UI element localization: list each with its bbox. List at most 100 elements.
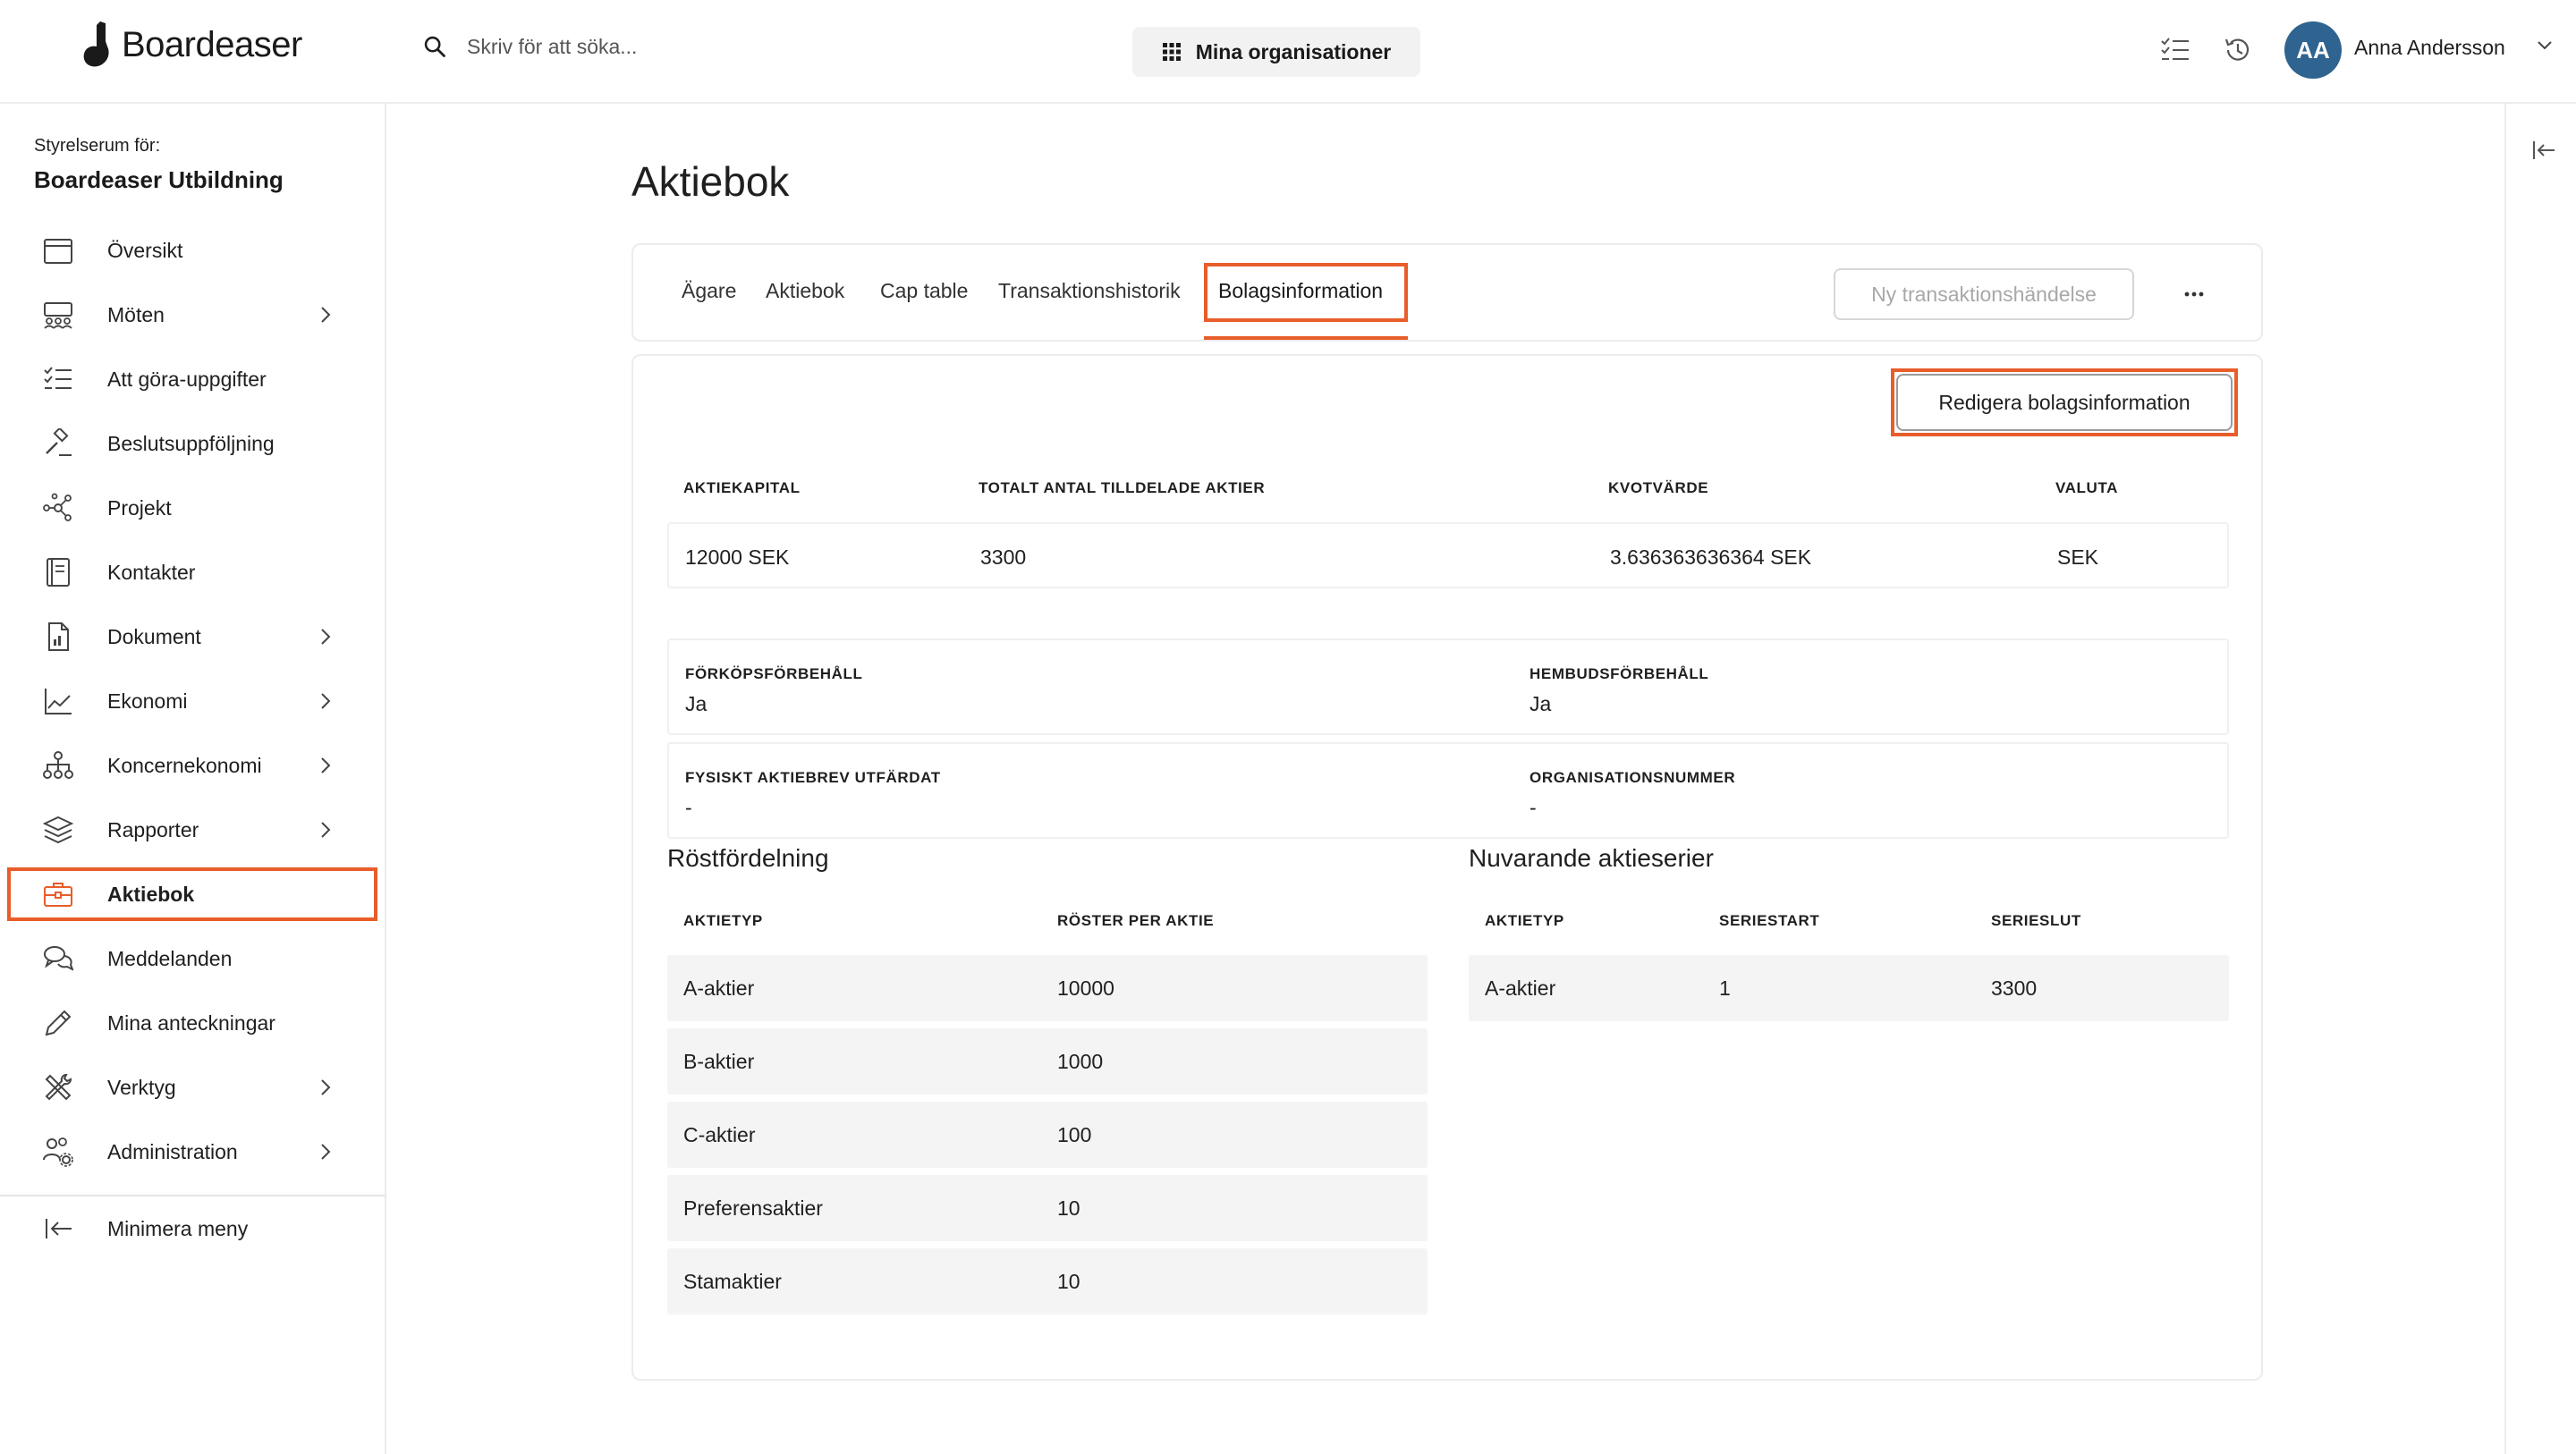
tab-transaktionshistorik[interactable]: Transaktionshistorik — [998, 279, 1181, 303]
series-start: 1 — [1719, 976, 1731, 1000]
quota-value: 3.636363636364 SEK — [1610, 545, 1812, 569]
column-header: AKTIETYP — [1485, 912, 1564, 929]
top-bar: Boardeaser Skriv för att söka... Mina or… — [0, 0, 2576, 104]
info-row: FÖRKÖPSFÖRBEHÅLL Ja HEMBUDSFÖRBEHÅLL Ja — [667, 638, 2229, 735]
org-chart-icon — [43, 751, 73, 779]
sidebar-item-kontakter[interactable]: Kontakter — [7, 545, 377, 599]
column-header: AKTIEKAPITAL — [683, 479, 801, 496]
tab-bolagsinformation[interactable]: Bolagsinformation — [1218, 279, 1383, 303]
room-label: Styrelserum för: — [34, 136, 161, 156]
sidebar-item-label: Beslutsuppföljning — [107, 431, 275, 455]
calendar-icon — [44, 239, 72, 264]
collapse-left-icon — [46, 1219, 72, 1238]
sidebar-item-moten[interactable]: Möten — [7, 288, 377, 342]
sidebar-item-mina-anteckningar[interactable]: Mina anteckningar — [7, 996, 377, 1050]
more-options-button[interactable] — [2172, 272, 2216, 317]
field-value: - — [685, 796, 692, 819]
sidebar-item-label: Aktiebok — [107, 882, 195, 906]
history-button[interactable] — [2220, 32, 2256, 68]
sidebar-item-label: Översikt — [107, 238, 183, 262]
sidebar-item-label: Möten — [107, 302, 165, 326]
sidebar-item-label: Meddelanden — [107, 946, 233, 970]
field-label: ORGANISATIONSNUMMER — [1530, 769, 1736, 786]
sidebar: Styrelserum för: Boardeaser Utbildning Ö… — [0, 104, 386, 1454]
votes-per-share: 10 — [1057, 1196, 1080, 1220]
my-organisations-button[interactable]: Mina organisationer — [1132, 27, 1420, 77]
share-type: B-aktier — [683, 1050, 755, 1073]
sidebar-item-label: Kontakter — [107, 560, 196, 584]
sidebar-item-verktyg[interactable]: Verktyg — [7, 1061, 377, 1114]
tab-cap-table[interactable]: Cap table — [880, 279, 968, 303]
address-book-icon — [47, 558, 70, 587]
checklist-icon — [44, 367, 72, 389]
table-row: Stamaktier 10 — [667, 1248, 1428, 1315]
line-chart-icon — [45, 689, 72, 714]
sidebar-item-label: Verktyg — [107, 1075, 176, 1099]
sidebar-item-att-gora[interactable]: Att göra-uppgifter — [7, 352, 377, 406]
sidebar-item-rapporter[interactable]: Rapporter — [7, 803, 377, 857]
column-header: RÖSTER PER AKTIE — [1057, 912, 1215, 929]
field-label: FÖRKÖPSFÖRBEHÅLL — [685, 665, 863, 682]
minimize-menu-button[interactable]: Minimera meny — [7, 1202, 377, 1255]
sidebar-item-label: Ekonomi — [107, 689, 188, 713]
my-organisations-label: Mina organisationer — [1195, 39, 1392, 63]
column-header: KVOTVÄRDE — [1608, 479, 1709, 496]
more-horizontal-icon — [2184, 292, 2204, 297]
chevron-right-icon — [321, 1144, 331, 1160]
tab-aktiebok[interactable]: Aktiebok — [766, 279, 844, 303]
total-shares-value: 3300 — [980, 545, 1027, 569]
sidebar-item-meddelanden[interactable]: Meddelanden — [7, 932, 377, 985]
new-transaction-button[interactable]: Ny transaktionshändelse — [1834, 268, 2134, 320]
logo[interactable]: Boardeaser — [80, 20, 302, 70]
briefcase-icon — [44, 883, 72, 907]
gavel-icon — [46, 428, 72, 456]
section-title: Nuvarande aktieserier — [1469, 844, 1714, 872]
votes-per-share: 1000 — [1057, 1050, 1104, 1073]
collapse-left-icon[interactable] — [2531, 138, 2556, 163]
sidebar-item-label: Mina anteckningar — [107, 1010, 275, 1035]
column-header: AKTIETYP — [683, 912, 763, 929]
field-value: Ja — [1530, 692, 1552, 715]
user-name[interactable]: Anna Andersson — [2354, 36, 2505, 60]
search-bar[interactable]: Skriv för att söka... — [422, 34, 637, 59]
sidebar-item-projekt[interactable]: Projekt — [7, 481, 377, 535]
table-row: A-aktier 10000 — [667, 955, 1428, 1021]
chat-icon — [44, 946, 73, 971]
chevron-right-icon — [321, 307, 331, 323]
sidebar-item-beslutsuppfoljning[interactable]: Beslutsuppföljning — [7, 417, 377, 470]
avatar[interactable]: AA — [2284, 21, 2342, 79]
search-input[interactable]: Skriv för att söka... — [467, 35, 637, 59]
share-type: C-aktier — [683, 1123, 756, 1146]
sidebar-item-oversikt[interactable]: Översikt — [7, 224, 377, 277]
field-value: - — [1530, 796, 1537, 819]
share-type: A-aktier — [1485, 976, 1556, 1000]
sidebar-item-koncernekonomi[interactable]: Koncernekonomi — [7, 739, 377, 792]
meeting-icon — [44, 302, 72, 329]
series-end: 3300 — [1991, 976, 2038, 1000]
pencil-icon — [45, 1010, 72, 1036]
company-info-card: Redigera bolagsinformation AKTIEKAPITAL … — [631, 354, 2263, 1381]
sidebar-item-aktiebok[interactable]: Aktiebok — [7, 867, 377, 921]
column-header: SERIESTART — [1719, 912, 1820, 929]
tab-agare[interactable]: Ägare — [682, 279, 736, 303]
field-label: FYSISKT AKTIEBREV UTFÄRDAT — [685, 769, 941, 786]
share-type: A-aktier — [683, 976, 755, 1000]
section-title: Röstfördelning — [667, 844, 829, 872]
sidebar-item-label: Administration — [107, 1139, 238, 1163]
tasks-button[interactable] — [2157, 32, 2193, 68]
chevron-down-icon[interactable] — [2535, 36, 2555, 55]
currency-value: SEK — [2057, 545, 2099, 569]
sidebar-divider — [0, 1195, 386, 1196]
network-icon — [43, 493, 72, 521]
sidebar-item-administration[interactable]: Administration — [7, 1125, 377, 1179]
sidebar-item-dokument[interactable]: Dokument — [7, 610, 377, 664]
search-icon — [424, 36, 445, 57]
share-type: Stamaktier — [683, 1270, 782, 1293]
sidebar-item-ekonomi[interactable]: Ekonomi — [7, 674, 377, 728]
edit-company-info-button[interactable]: Redigera bolagsinformation — [1896, 374, 2233, 431]
page-title: Aktiebok — [631, 158, 790, 205]
minimize-menu-label: Minimera meny — [107, 1216, 249, 1240]
table-row: C-aktier 100 — [667, 1102, 1428, 1168]
history-icon — [2224, 38, 2250, 61]
chevron-right-icon — [321, 1079, 331, 1095]
